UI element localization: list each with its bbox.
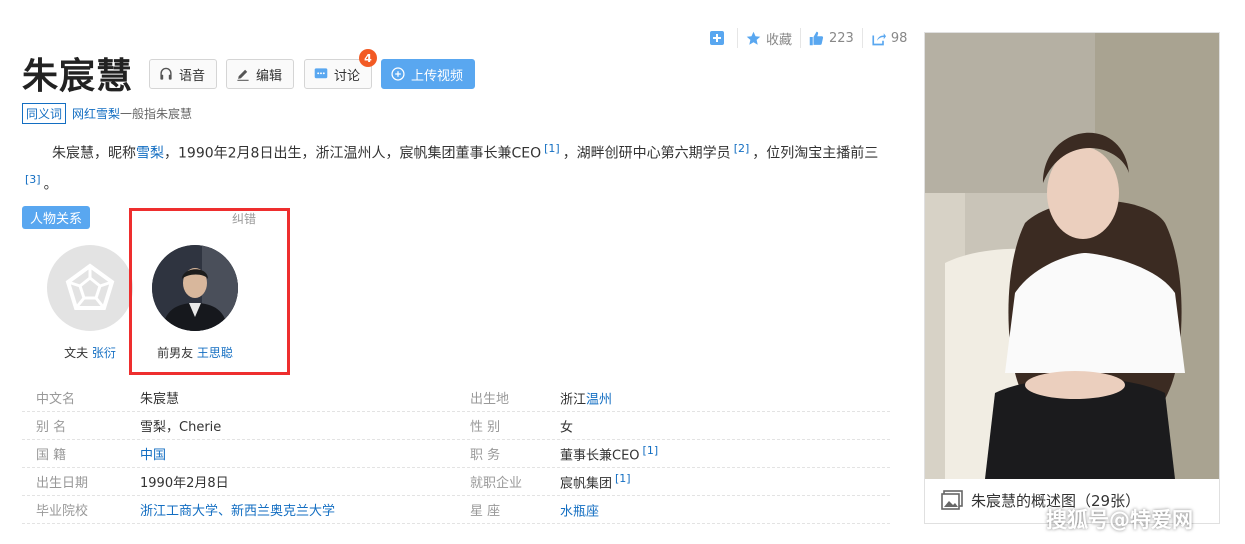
- info-key: 中文名: [36, 392, 76, 407]
- info-key: 毕业院校: [36, 504, 89, 519]
- chat-icon: [314, 68, 328, 79]
- info-key: 星 座: [470, 504, 501, 519]
- table-row: 毕业院校 浙江工商大学、新西兰奥克兰大学 星 座 水瓶座: [22, 496, 890, 524]
- share-icon: [872, 32, 886, 45]
- thumbs-up-icon: [809, 31, 824, 45]
- table-row: 出生日期 1990年2月8日 就职企业 宸帆集团 [1]: [22, 468, 890, 496]
- info-key: 出生日期: [36, 476, 89, 491]
- summary-text: ，位列淘宝主播前三: [752, 145, 879, 162]
- info-text: 朱宸慧: [140, 392, 180, 407]
- table-row: 别 名 雪梨，Cherie 性 别 女: [22, 412, 890, 440]
- synonym-rest: 一般指朱宸慧: [120, 107, 193, 121]
- table-row: 中文名 朱宸慧 出生地 浙江温州: [22, 384, 890, 412]
- summary-text: 朱宸慧，昵称: [52, 145, 136, 162]
- info-value: 朱宸慧: [140, 388, 456, 407]
- summary-paragraph: 朱宸慧，昵称雪梨，1990年2月8日出生，浙江温州人，宸帆集团董事长兼CEO [1…: [22, 136, 892, 197]
- info-text: 雪梨，Cherie: [140, 420, 222, 435]
- info-key: 别 名: [36, 420, 67, 435]
- info-reference[interactable]: [1]: [643, 444, 659, 457]
- watermark-text: 搜狐号@特爱网: [1046, 508, 1193, 532]
- share-count: 98: [890, 30, 908, 46]
- discuss-count-badge: 4: [359, 49, 377, 67]
- article-toolbar: 收藏 223 98: [708, 28, 915, 48]
- discuss-button[interactable]: 讨论 4: [304, 49, 377, 89]
- reference-1[interactable]: [1]: [544, 142, 560, 155]
- collect-button[interactable]: 收藏: [737, 28, 800, 48]
- relations-tag: 人物关系: [22, 206, 91, 229]
- page-title: 朱宸慧: [22, 56, 134, 97]
- like-count: 223: [829, 30, 854, 46]
- relation-name[interactable]: 张衍: [92, 346, 116, 360]
- info-value: 雪梨，Cherie: [140, 416, 456, 435]
- plus-square-icon: [710, 31, 724, 45]
- summary-text: ，1990年2月8日出生，浙江温州人，宸帆集团董事长兼CEO: [164, 145, 542, 162]
- info-key: 出生地: [470, 392, 510, 407]
- summary-photo[interactable]: [925, 33, 1219, 479]
- info-value: 女: [560, 416, 579, 435]
- info-value: 董事长兼CEO [1]: [560, 444, 661, 463]
- info-value: 浙江温州: [560, 388, 618, 407]
- summary-text: 。: [43, 176, 58, 193]
- summary-link-xueli[interactable]: 雪梨: [136, 146, 164, 162]
- synonym-link[interactable]: 网红雪梨: [72, 105, 120, 122]
- info-text: 1990年2月8日: [140, 476, 229, 491]
- info-value: 中国: [140, 444, 456, 463]
- upload-video-button[interactable]: 上传视频: [381, 59, 475, 89]
- basic-info-table: 中文名 朱宸慧 出生地 浙江温州 别 名 雪梨，Cherie 性 别 女 国 籍…: [22, 384, 890, 524]
- info-link[interactable]: 浙江工商大学、新西兰奥克兰大学: [140, 504, 335, 519]
- info-reference[interactable]: [1]: [615, 472, 631, 485]
- info-link[interactable]: 温州: [586, 392, 612, 407]
- avatar[interactable]: [47, 245, 133, 331]
- reference-3[interactable]: [3]: [25, 173, 41, 186]
- edit-button[interactable]: 编辑: [226, 59, 294, 89]
- synonym-line: 同义词 网红雪梨 一般指朱宸慧: [22, 103, 192, 124]
- info-key: 就职企业: [470, 476, 523, 491]
- info-link[interactable]: 中国: [140, 448, 166, 463]
- info-text: 浙江: [560, 392, 587, 408]
- info-key: 国 籍: [36, 448, 67, 463]
- info-link[interactable]: 水瓶座: [560, 504, 599, 519]
- info-value: 浙江工商大学、新西兰奥克兰大学: [140, 500, 456, 519]
- add-button[interactable]: [708, 28, 737, 48]
- plus-circle-icon: [391, 67, 405, 81]
- info-text: 董事长兼CEO: [560, 448, 640, 464]
- voice-label: 语音: [179, 68, 206, 84]
- info-text: 宸帆集团: [560, 476, 613, 492]
- share-button[interactable]: 98: [861, 28, 916, 48]
- table-row: 国 籍 中国 职 务 董事长兼CEO [1]: [22, 440, 890, 468]
- headphones-icon: [160, 67, 172, 80]
- like-button[interactable]: 223: [800, 28, 862, 48]
- upload-label: 上传视频: [411, 68, 464, 84]
- collect-label: 收藏: [766, 32, 793, 48]
- relation-label: 文夫: [64, 346, 89, 360]
- info-value: 1990年2月8日: [140, 472, 456, 491]
- voice-button[interactable]: 语音: [149, 59, 217, 89]
- reference-2[interactable]: [2]: [734, 142, 750, 155]
- info-value: 水瓶座: [560, 500, 605, 519]
- pencil-icon: [237, 69, 249, 81]
- summary-text: ，湖畔创研中心第六期学员: [562, 145, 731, 162]
- edit-label: 编辑: [256, 68, 283, 84]
- highlight-annotation-box: [129, 208, 290, 375]
- info-key: 性 别: [470, 420, 501, 435]
- placeholder-person-icon: [65, 263, 115, 310]
- relation-person-husband[interactable]: 文夫 张衍: [40, 245, 140, 361]
- info-key: 职 务: [470, 448, 501, 463]
- discuss-label: 讨论: [334, 68, 361, 84]
- info-value: 宸帆集团 [1]: [560, 472, 634, 491]
- star-icon: [746, 31, 761, 45]
- info-text: 女: [560, 420, 574, 436]
- summary-photo-card[interactable]: 朱宸慧的概述图（29张）: [924, 32, 1220, 524]
- synonym-tag[interactable]: 同义词: [22, 103, 67, 124]
- image-gallery-icon: [941, 490, 963, 510]
